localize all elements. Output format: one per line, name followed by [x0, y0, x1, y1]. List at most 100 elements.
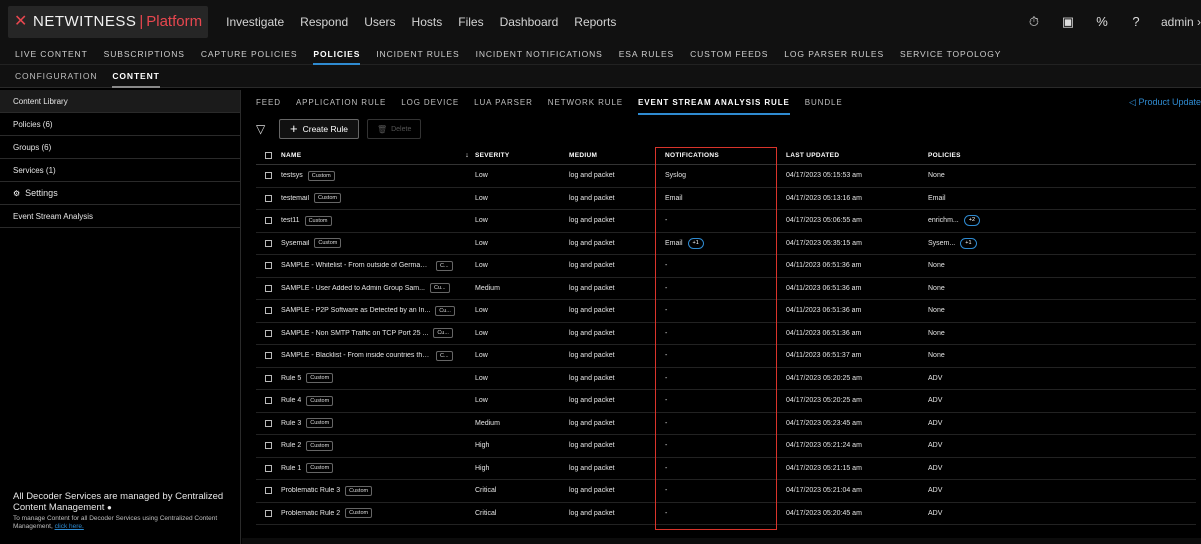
- rule-name-link[interactable]: SAMPLE - Non SMTP Traffic on TCP Port 25…: [281, 330, 428, 337]
- row-checkbox[interactable]: [265, 284, 272, 292]
- nav-files[interactable]: Files: [458, 15, 483, 29]
- row-checkbox[interactable]: [265, 262, 272, 270]
- tools-icon[interactable]: %: [1095, 14, 1109, 29]
- row-checkbox[interactable]: [265, 239, 272, 247]
- rule-name-link[interactable]: Rule 2: [281, 442, 301, 449]
- nav-investigate[interactable]: Investigate: [226, 15, 284, 29]
- adminnav-custom-feeds[interactable]: CUSTOM FEEDS: [690, 43, 768, 65]
- adminnav-incident-notifications[interactable]: INCIDENT NOTIFICATIONS: [476, 43, 603, 65]
- rule-name-link[interactable]: SAMPLE - User Added to Admin Group Sam..…: [281, 285, 425, 292]
- row-checkbox[interactable]: [265, 172, 272, 180]
- table-row[interactable]: Problematic Rule 2 Custom Critical log and …: [256, 503, 1196, 525]
- rule-name-link[interactable]: Rule 4: [281, 397, 301, 404]
- row-checkbox[interactable]: [265, 352, 272, 360]
- timer-icon[interactable]: ⏱: [1027, 14, 1041, 30]
- table-row[interactable]: Rule 3 Custom Medium log and packet - 04/17/2…: [256, 413, 1196, 435]
- nav-hosts[interactable]: Hosts: [412, 15, 443, 29]
- rule-name-link[interactable]: SAMPLE - P2P Software as Detected by an …: [281, 307, 430, 314]
- admin-menu[interactable]: admin ›: [1161, 15, 1201, 29]
- col-header-last-updated[interactable]: LAST UPDATED: [786, 152, 928, 159]
- rule-name-link[interactable]: Rule 5: [281, 375, 301, 382]
- rule-name-link[interactable]: Problematic Rule 2: [281, 510, 340, 517]
- row-checkbox[interactable]: [265, 487, 272, 495]
- table-row[interactable]: Rule 5 Custom Low log and packet - 04/17/2023…: [256, 368, 1196, 390]
- rule-name-link[interactable]: Rule 1: [281, 465, 301, 472]
- notifications-more-pill[interactable]: +1: [687, 237, 704, 249]
- sidebar-item-groups[interactable]: Groups (6): [0, 136, 240, 159]
- rule-name-link[interactable]: test11: [281, 217, 300, 224]
- col-header-severity[interactable]: SEVERITY: [475, 152, 569, 159]
- delete-button[interactable]: 🗑 Delete: [366, 119, 422, 139]
- table-row[interactable]: Rule 2 Custom High log and packet - 04/17/202…: [256, 435, 1196, 458]
- tab-application-rule[interactable]: APPLICATION RULE: [296, 90, 386, 115]
- table-row[interactable]: testsys Custom Low log and packet Syslog 04/1…: [256, 165, 1196, 188]
- table-row[interactable]: test11 Custom Low log and packet - 04/17/2023…: [256, 210, 1196, 233]
- sidebar-item-policies[interactable]: Policies (6): [0, 113, 240, 136]
- row-checkbox[interactable]: [265, 329, 272, 337]
- tab-feed[interactable]: FEED: [256, 90, 281, 115]
- col-header-notifications[interactable]: NOTIFICATIONS: [665, 152, 786, 159]
- col-header-medium[interactable]: MEDIUM: [569, 152, 665, 159]
- adminnav-policies[interactable]: POLICIES: [313, 43, 361, 65]
- row-checkbox[interactable]: [265, 374, 272, 382]
- nav-reports[interactable]: Reports: [574, 15, 616, 29]
- ccm-click-here-link[interactable]: click here.: [55, 523, 84, 530]
- policies-more-pill[interactable]: +1: [960, 237, 977, 249]
- col-header-name[interactable]: NAME ↓: [281, 152, 475, 159]
- table-row[interactable]: SAMPLE - Whitelist - From outside of Ger…: [256, 255, 1196, 278]
- adminnav-live-content[interactable]: LIVE CONTENT: [15, 43, 88, 65]
- rule-name-link[interactable]: SAMPLE - Blacklist - From inside countri…: [281, 352, 431, 359]
- help-icon[interactable]: ?: [1129, 14, 1143, 29]
- nav-respond[interactable]: Respond: [300, 15, 348, 29]
- info-icon[interactable]: ●: [107, 503, 112, 512]
- adminnav-log-parser-rules[interactable]: LOG PARSER RULES: [784, 43, 884, 65]
- adminnav-capture-policies[interactable]: CAPTURE POLICIES: [201, 43, 298, 65]
- tab-network-rule[interactable]: NETWORK RULE: [548, 90, 623, 115]
- rule-name-link[interactable]: testsys: [281, 172, 303, 179]
- sidebar-item-services[interactable]: Services (1): [0, 159, 240, 182]
- tab-bundle[interactable]: BUNDLE: [805, 90, 843, 115]
- adminnav-esa-rules[interactable]: ESA RULES: [619, 43, 674, 65]
- col-header-policies[interactable]: POLICIES: [928, 152, 1148, 159]
- row-checkbox[interactable]: [265, 397, 272, 405]
- netwitness-logo[interactable]: ✕ NETWITNESS | Platform: [8, 5, 209, 38]
- rule-name-link[interactable]: Sysemail: [281, 240, 309, 247]
- adminnav-subscriptions[interactable]: SUBSCRIPTIONS: [104, 43, 185, 65]
- sidebar-settings-header[interactable]: ⚙ Settings: [0, 182, 240, 205]
- row-checkbox[interactable]: [265, 419, 272, 427]
- row-checkbox[interactable]: [265, 442, 272, 450]
- row-checkbox[interactable]: [265, 217, 272, 225]
- rule-name-link[interactable]: Rule 3: [281, 420, 301, 427]
- sidebar-item-event-stream-analysis[interactable]: Event Stream Analysis: [0, 205, 240, 228]
- sidebar-item-content-library[interactable]: Content Library: [0, 90, 240, 113]
- nav-users[interactable]: Users: [364, 15, 395, 29]
- adminnav-incident-rules[interactable]: INCIDENT RULES: [376, 43, 459, 65]
- table-row[interactable]: Rule 4 Custom Low log and packet - 04/17/2023…: [256, 390, 1196, 413]
- table-row[interactable]: SAMPLE - Non SMTP Traffic on TCP Port 25…: [256, 323, 1196, 345]
- product-update-link[interactable]: ◁ Product Update: [1129, 90, 1201, 115]
- row-checkbox[interactable]: [265, 509, 272, 517]
- table-row[interactable]: SAMPLE - User Added to Admin Group Sam..…: [256, 278, 1196, 300]
- table-row[interactable]: testemail Custom Low log and packet Email 04/…: [256, 188, 1196, 210]
- table-row[interactable]: Rule 1 Custom High log and packet - 04/17/202…: [256, 458, 1196, 480]
- select-all-checkbox[interactable]: [265, 151, 272, 159]
- table-row[interactable]: Problematic Rule 3 Custom Critical log and …: [256, 480, 1196, 503]
- notes-icon[interactable]: ▣: [1061, 14, 1075, 30]
- tab-event-stream-analysis-rule[interactable]: EVENT STREAM ANALYSIS RULE: [638, 90, 790, 115]
- adminnav-service-topology[interactable]: SERVICE TOPOLOGY: [900, 43, 1001, 65]
- row-checkbox[interactable]: [265, 307, 272, 315]
- table-row[interactable]: SAMPLE - P2P Software as Detected by an …: [256, 300, 1196, 323]
- rule-name-link[interactable]: testemail: [281, 195, 309, 202]
- horizontal-scrollbar[interactable]: [242, 538, 1201, 544]
- table-row[interactable]: Sysemail Custom Low log and packet Email +1 04…: [256, 233, 1196, 255]
- table-row[interactable]: SAMPLE - Blacklist - From inside countri…: [256, 345, 1196, 368]
- filter-icon[interactable]: ▽: [256, 122, 270, 136]
- tab-log-device[interactable]: LOG DEVICE: [401, 90, 459, 115]
- policies-more-pill[interactable]: +2: [963, 215, 981, 227]
- rule-name-link[interactable]: Problematic Rule 3: [281, 487, 340, 494]
- nav-dashboard[interactable]: Dashboard: [500, 15, 559, 29]
- rule-name-link[interactable]: SAMPLE - Whitelist - From outside of Ger…: [281, 262, 431, 269]
- tab-lua-parser[interactable]: LUA PARSER: [474, 90, 533, 115]
- create-rule-button[interactable]: + Create Rule: [279, 119, 359, 139]
- row-checkbox[interactable]: [265, 194, 272, 202]
